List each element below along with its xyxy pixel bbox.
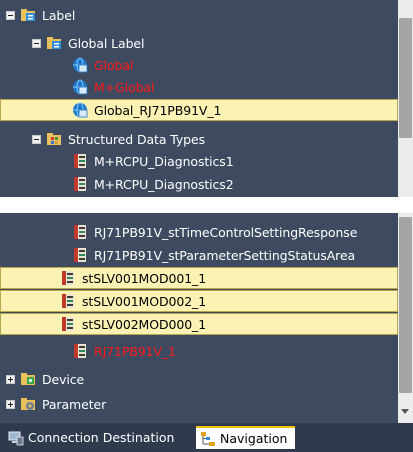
tree-node-text: Global Label (68, 35, 145, 51)
navigation-tree-top: Label Global Label Global M+Global Globa… (0, 0, 413, 197)
tab-navigation[interactable]: Navigation (196, 426, 295, 449)
tab-label: Navigation (220, 431, 288, 446)
parameter-icon (20, 396, 36, 412)
structured-data-icon (72, 176, 88, 192)
connection-destination-icon (8, 430, 24, 446)
navigation-icon (200, 431, 216, 447)
tree-node-stTimeControlSettingResponse[interactable]: RJ71PB91V_stTimeControlSettingResponse (0, 221, 398, 243)
tree-node-text: Parameter (42, 396, 107, 412)
tab-connection-destination[interactable]: Connection Destination (2, 426, 195, 449)
tree-node-text: M+Global (94, 79, 155, 95)
structured-data-icon (72, 247, 88, 263)
collapse-toggle[interactable] (32, 38, 41, 48)
tree-node-text: Global (94, 57, 134, 73)
vertical-scrollbar[interactable] (398, 213, 413, 423)
tree-node-text: M+RCPU_Diagnostics2 (94, 176, 234, 192)
navigation-tree-bottom: RJ71PB91V_stTimeControlSettingResponse R… (0, 213, 413, 423)
tab-label: Connection Destination (28, 430, 175, 445)
tree-node-structured-data-types[interactable]: Structured Data Types (0, 128, 398, 150)
tree-node-text: Global_RJ71PB91V_1 (94, 102, 222, 118)
global-label-icon (72, 79, 88, 95)
tree-node-text: stSLV002MOD000_1 (82, 316, 207, 332)
collapse-toggle[interactable] (6, 10, 15, 20)
tree-node-global-rj71pb91v-1[interactable]: Global_RJ71PB91V_1 (0, 99, 398, 121)
panel-tab-bar: Connection Destination Navigation (0, 423, 413, 452)
structured-data-icon (60, 293, 76, 309)
tree-node-rj71pb91v-1[interactable]: RJ71PB91V_1 (0, 340, 398, 362)
tree-node-stSLV001MOD002-1[interactable]: stSLV001MOD002_1 (0, 290, 398, 312)
vertical-scrollbar[interactable] (398, 0, 413, 197)
label-folder-icon (20, 7, 36, 23)
tree-node-m-rcpu-diagnostics2[interactable]: M+RCPU_Diagnostics2 (0, 173, 398, 195)
label-folder-icon (46, 35, 62, 51)
structured-data-icon (60, 316, 76, 332)
global-label-icon (72, 102, 88, 118)
scroll-down-arrow-icon[interactable] (401, 409, 409, 414)
tree-node-text: Label (42, 7, 76, 23)
tree-node-text: Device (42, 371, 85, 387)
structured-data-icon (60, 270, 76, 286)
tree-node-stSLV001MOD001-1[interactable]: stSLV001MOD001_1 (0, 267, 398, 289)
tree-node-global[interactable]: Global (0, 54, 398, 76)
tree-node-text: stSLV001MOD001_1 (82, 270, 207, 286)
tree-node-text: RJ71PB91V_stParameterSettingStatusArea (94, 247, 356, 263)
expand-toggle[interactable] (6, 374, 15, 384)
tree-node-text: stSLV001MOD002_1 (82, 293, 207, 309)
tree-node-m-global[interactable]: M+Global (0, 76, 398, 98)
structured-data-icon (72, 343, 88, 359)
tree-node-text: M+RCPU_Diagnostics1 (94, 153, 234, 169)
scrollbar-thumb[interactable] (399, 217, 412, 393)
tree-node-m-rcpu-diagnostics1[interactable]: M+RCPU_Diagnostics1 (0, 150, 398, 172)
structured-data-icon (72, 224, 88, 240)
tree-node-stParameterSettingStatusArea[interactable]: RJ71PB91V_stParameterSettingStatusArea (0, 244, 398, 266)
tree-node-parameter[interactable]: Parameter (0, 393, 398, 415)
expand-toggle[interactable] (6, 399, 15, 409)
structured-data-icon (72, 153, 88, 169)
tree-node-text: RJ71PB91V_stTimeControlSettingResponse (94, 224, 358, 240)
tree-node-stSLV002MOD000-1[interactable]: stSLV002MOD000_1 (0, 313, 398, 335)
tree-node-text: RJ71PB91V_1 (94, 343, 176, 359)
scrollbar-thumb[interactable] (399, 18, 412, 138)
tree-node-global-label[interactable]: Global Label (0, 32, 398, 54)
structured-data-folder-icon (46, 131, 62, 147)
tree-node-label[interactable]: Label (0, 4, 398, 26)
device-icon (20, 371, 36, 387)
tree-node-device[interactable]: Device (0, 368, 398, 390)
tree-node-text: Structured Data Types (68, 131, 205, 147)
global-label-icon (72, 57, 88, 73)
collapse-toggle[interactable] (32, 134, 41, 144)
